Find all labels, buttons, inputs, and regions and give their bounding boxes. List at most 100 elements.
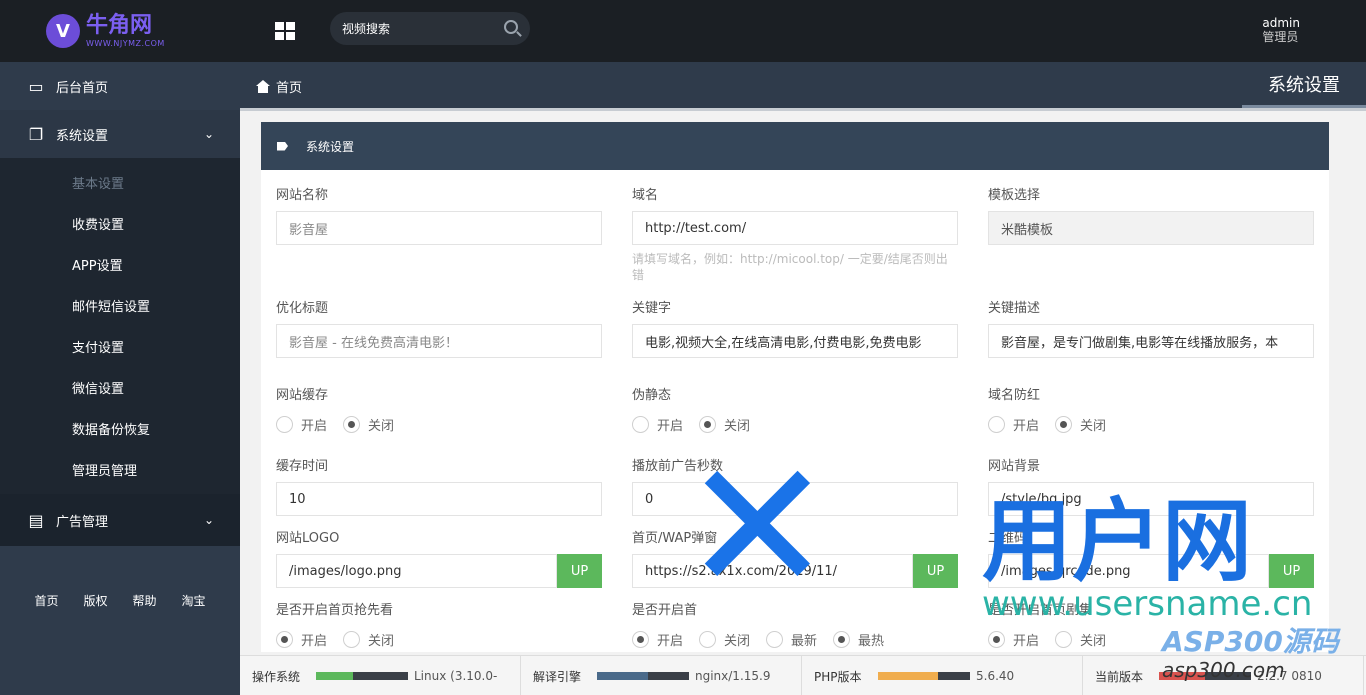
field-label: 是否开启首 <box>632 603 698 618</box>
footer-link-copyright[interactable]: 版权 <box>83 592 107 609</box>
sidebar-subitem-backup[interactable]: 数据备份恢复 <box>0 408 240 449</box>
wap-popup-input[interactable]: https://s2.ax1x.com/2019/11/ <box>632 554 913 588</box>
wap-popup-upload-button[interactable]: UP <box>913 554 958 588</box>
breadcrumb: 首页 系统设置 <box>240 62 1366 108</box>
sidebar-subitem-payment[interactable]: 支付设置 <box>0 326 240 367</box>
radio-rewrite-off[interactable]: 关闭 <box>699 415 750 434</box>
radio-label: 开启 <box>301 419 328 434</box>
field-domain-guard: 域名防红 开启 关闭 <box>988 384 1122 434</box>
logo[interactable]: V 牛角网 WWW.NJYMZ.COM <box>0 0 240 62</box>
field-label: 模板选择 <box>988 188 1041 203</box>
user-role: 管理员 <box>1262 30 1299 44</box>
sidebar-subitem-admins[interactable]: 管理员管理 <box>0 449 240 490</box>
copy-icon: ❐ <box>28 124 44 144</box>
radio-sort-newest[interactable]: 最新 <box>766 630 817 649</box>
user-menu[interactable]: admin 管理员 <box>1262 16 1300 44</box>
sidebar-subitem-wechat[interactable]: 微信设置 <box>0 367 240 408</box>
field-ad-seconds: 播放前广告秒数 0 <box>632 455 958 516</box>
grid-menu-icon[interactable] <box>275 22 295 40</box>
radio-cache-on[interactable]: 开启 <box>276 415 327 434</box>
field-label: 域名防红 <box>988 388 1041 403</box>
radio-label: 最热 <box>858 634 885 649</box>
seo-title-input[interactable]: 影音屋 - 在线免费高清电影！ <box>276 324 602 358</box>
footer-link-taobao[interactable]: 淘宝 <box>181 592 205 609</box>
radio-sort-on[interactable]: 开启 <box>632 630 683 649</box>
bg-input[interactable]: /style/bg.jpg <box>988 482 1314 516</box>
sidebar-item-label: 系统设置 <box>56 128 109 144</box>
status-bar-meter <box>316 672 408 680</box>
site-name-input[interactable]: 影音屋 <box>276 211 602 245</box>
sidebar-item-label: 后台首页 <box>56 80 109 96</box>
radio-guard-on[interactable]: 开启 <box>988 415 1039 434</box>
radio-label: 开启 <box>1013 634 1040 649</box>
radio-guard-off[interactable]: 关闭 <box>1055 415 1106 434</box>
logo-input[interactable]: /images/logo.png <box>276 554 557 588</box>
system-submenu: 基本设置 收费设置 APP设置 邮件短信设置 支付设置 微信设置 数据备份恢复 … <box>0 158 240 494</box>
radio-label: 开启 <box>657 634 684 649</box>
sidebar-subitem-fees[interactable]: 收费设置 <box>0 203 240 244</box>
field-label: 网站名称 <box>276 188 329 203</box>
qrcode-upload-button[interactable]: UP <box>1269 554 1314 588</box>
description-input[interactable]: 影音屋，是专门做剧集,电影等在线播放服务，本 <box>988 324 1314 358</box>
chevron-down-icon: ⌄ <box>203 513 214 527</box>
settings-panel: 系统设置 网站名称 影音屋 域名 http://test.com/ 请填写域名，… <box>261 122 1329 652</box>
field-label: 网站缓存 <box>276 388 329 403</box>
radio-series-on[interactable]: 开启 <box>988 630 1039 649</box>
field-description: 关键描述 影音屋，是专门做剧集,电影等在线播放服务，本 <box>988 297 1314 358</box>
sidebar-item-home[interactable]: ▭ 后台首页 <box>0 62 240 110</box>
field-template: 模板选择 米酷模板 <box>988 184 1314 245</box>
qrcode-input[interactable]: /images/qrcode.png <box>988 554 1269 588</box>
tag-icon <box>277 141 288 151</box>
search-input[interactable]: 视频搜索 <box>330 12 530 45</box>
template-select[interactable]: 米酷模板 <box>988 211 1314 245</box>
field-label: 优化标题 <box>276 301 329 316</box>
field-logo: 网站LOGO /images/logo.png UP <box>276 527 602 588</box>
status-bar: 操作系统 Linux (3.10.0- 解译引擎 nginx/1.15.9 PH… <box>240 655 1366 695</box>
card-icon: ▤ <box>28 510 44 530</box>
footer-link-home[interactable]: 首页 <box>34 592 58 609</box>
ad-seconds-input[interactable]: 0 <box>632 482 958 516</box>
sidebar-subitem-basic[interactable]: 基本设置 <box>0 162 240 203</box>
sidebar-item-ads[interactable]: ▤ 广告管理 ⌄ <box>0 494 240 546</box>
radio-sort-hottest[interactable]: 最热 <box>833 630 884 649</box>
logo-subtitle: WWW.NJYMZ.COM <box>86 38 165 48</box>
radio-preview-on[interactable]: 开启 <box>276 630 327 649</box>
cache-time-input[interactable]: 10 <box>276 482 602 516</box>
radio-label: 开启 <box>1013 419 1040 434</box>
home-icon <box>256 80 270 93</box>
radio-label: 开启 <box>301 634 328 649</box>
field-label: 关键字 <box>632 301 672 316</box>
radio-rewrite-on[interactable]: 开启 <box>632 415 683 434</box>
breadcrumb-home[interactable]: 首页 <box>256 77 302 96</box>
sidebar-subitem-app[interactable]: APP设置 <box>0 244 240 285</box>
status-bar-fill <box>878 672 938 680</box>
page-title: 系统设置 <box>1242 62 1366 108</box>
field-home-preview: 是否开启首页抢先看 开启 关闭 <box>276 599 410 649</box>
domain-input[interactable]: http://test.com/ <box>632 211 958 245</box>
radio-cache-off[interactable]: 关闭 <box>343 415 394 434</box>
radio-label: 最新 <box>791 634 818 649</box>
logo-upload-button[interactable]: UP <box>557 554 602 588</box>
logo-mark-icon: V <box>46 14 80 48</box>
sidebar-subitem-mail-sms[interactable]: 邮件短信设置 <box>0 285 240 326</box>
sidebar-footer-links: 首页 版权 帮助 淘宝 <box>0 592 240 609</box>
radio-preview-off[interactable]: 关闭 <box>343 630 394 649</box>
search-icon[interactable] <box>504 20 518 34</box>
field-label: 域名 <box>632 188 659 203</box>
footer-link-help[interactable]: 帮助 <box>132 592 156 609</box>
field-label: 网站背景 <box>988 459 1041 474</box>
radio-label: 关闭 <box>724 419 751 434</box>
status-bar-fill <box>316 672 353 680</box>
radio-series-off[interactable]: 关闭 <box>1055 630 1106 649</box>
sidebar-item-system[interactable]: ❐ 系统设置 ⌄ <box>0 110 240 158</box>
status-label: PHP版本 <box>814 669 862 684</box>
field-cache-time: 缓存时间 10 <box>276 455 602 516</box>
field-label: 伪静态 <box>632 388 672 403</box>
status-version: 当前版本 2.2.7 0810 <box>1083 656 1364 695</box>
status-bar-meter <box>1159 672 1251 680</box>
keywords-input[interactable]: 电影,视频大全,在线高清电影,付费电影,免费电影 <box>632 324 958 358</box>
field-label: 关键描述 <box>988 301 1041 316</box>
field-seo-title: 优化标题 影音屋 - 在线免费高清电影！ <box>276 297 602 358</box>
field-site-name: 网站名称 影音屋 <box>276 184 602 245</box>
radio-sort-off[interactable]: 关闭 <box>699 630 750 649</box>
